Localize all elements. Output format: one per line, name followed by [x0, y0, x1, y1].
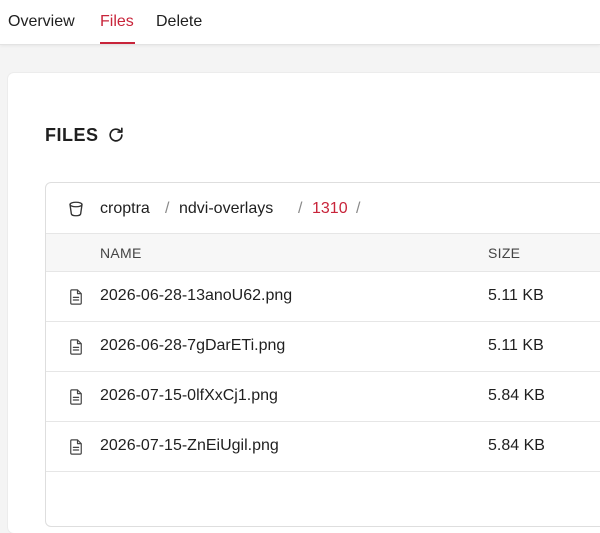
file-icon — [70, 339, 82, 355]
tab-files[interactable]: Files — [100, 12, 134, 32]
column-header-size[interactable]: SIZE — [488, 245, 520, 261]
file-size: 5.11 KB — [488, 337, 544, 354]
table-row[interactable]: 2026-07-15-ZnEiUgil.png 5.84 KB — [46, 422, 600, 472]
file-size: 5.11 KB — [488, 287, 544, 304]
table-row[interactable]: 2026-06-28-13anoU62.png 5.11 KB — [46, 272, 600, 322]
section-title: FILES — [45, 125, 99, 145]
file-name[interactable]: 2026-06-28-13anoU62.png — [100, 286, 292, 306]
active-tab-indicator — [100, 42, 135, 44]
table-header: NAME SIZE — [46, 234, 600, 272]
tab-delete[interactable]: Delete — [156, 12, 202, 32]
file-name[interactable]: 2026-06-28-7gDarETi.png — [100, 336, 285, 356]
refresh-icon[interactable] — [106, 125, 126, 145]
breadcrumb: croptra / ndvi-overlays / 1310 / — [46, 183, 600, 234]
breadcrumb-item-current[interactable]: 1310 — [312, 199, 348, 219]
breadcrumb-separator: / — [165, 200, 170, 217]
bucket-icon — [69, 201, 83, 217]
file-browser: croptra / ndvi-overlays / 1310 / NAME SI… — [45, 182, 600, 527]
file-icon — [70, 389, 82, 405]
file-icon — [70, 289, 82, 305]
file-name[interactable]: 2026-07-15-0lfXxCj1.png — [100, 386, 278, 406]
column-header-name[interactable]: NAME — [100, 245, 142, 261]
file-size: 5.84 KB — [488, 437, 545, 454]
top-tab-bar: Overview Files Delete — [0, 0, 600, 45]
breadcrumb-separator: / — [298, 200, 303, 217]
file-name[interactable]: 2026-07-15-ZnEiUgil.png — [100, 436, 279, 456]
breadcrumb-item-croptra[interactable]: croptra — [100, 199, 150, 219]
file-size: 5.84 KB — [488, 387, 545, 404]
table-row[interactable]: 2026-06-28-7gDarETi.png 5.11 KB — [46, 322, 600, 372]
tab-overview[interactable]: Overview — [8, 12, 75, 32]
table-row[interactable]: 2026-07-15-0lfXxCj1.png 5.84 KB — [46, 372, 600, 422]
breadcrumb-item-ndvi-overlays[interactable]: ndvi-overlays — [179, 199, 273, 219]
file-icon — [70, 439, 82, 455]
breadcrumb-separator: / — [356, 200, 361, 217]
